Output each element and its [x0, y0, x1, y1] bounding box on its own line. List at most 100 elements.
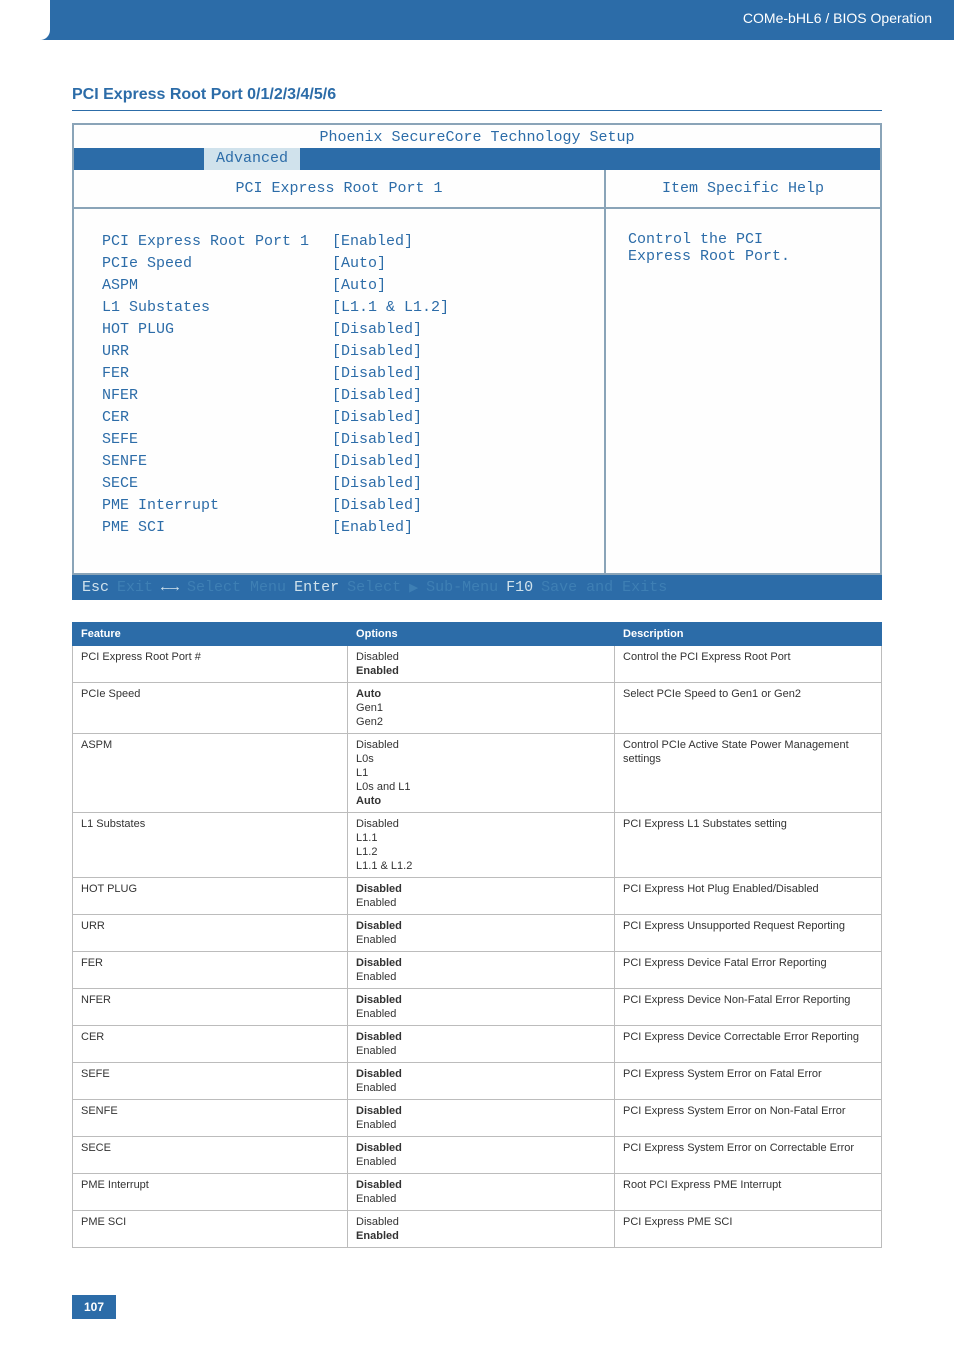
setting-label: PCI Express Root Port 1 [102, 231, 332, 253]
table-row: URRDisabledEnabledPCI Express Unsupporte… [73, 915, 882, 952]
cell-feature: ASPM [73, 734, 348, 813]
bios-setting-row: CER[Disabled] [102, 407, 586, 429]
label-select-menu: Select Menu [187, 579, 286, 596]
option-value: Enabled [356, 1118, 606, 1132]
cell-feature: PCI Express Root Port # [73, 646, 348, 683]
cell-feature: SECE [73, 1137, 348, 1174]
cell-feature: FER [73, 952, 348, 989]
cell-options: AutoGen1Gen2 [348, 683, 615, 734]
bios-setting-row: PCIe Speed[Auto] [102, 253, 586, 275]
option-value: Enabled [356, 1044, 606, 1058]
setting-label: NFER [102, 385, 332, 407]
setting-value: [Enabled] [332, 517, 413, 539]
table-row: ASPMDisabledL0sL1L0s and L1AutoControl P… [73, 734, 882, 813]
cell-feature: SEFE [73, 1063, 348, 1100]
option-value: Disabled [356, 956, 606, 970]
setting-value: [Disabled] [332, 495, 422, 517]
key-enter: Enter [294, 579, 339, 596]
setting-label: URR [102, 341, 332, 363]
setting-label: HOT PLUG [102, 319, 332, 341]
cell-options: DisabledL1.1L1.2L1.1 & L1.2 [348, 813, 615, 878]
table-row: PCIe SpeedAutoGen1Gen2Select PCIe Speed … [73, 683, 882, 734]
setting-value: [Enabled] [332, 231, 413, 253]
cell-description: PCI Express Device Non-Fatal Error Repor… [615, 989, 882, 1026]
table-header-row: Feature Options Description [73, 623, 882, 646]
cell-feature: PCIe Speed [73, 683, 348, 734]
bios-setting-row: URR[Disabled] [102, 341, 586, 363]
option-value: Disabled [356, 1030, 606, 1044]
setting-value: [Disabled] [332, 363, 422, 385]
arrow-icon: ▶ [409, 578, 418, 597]
key-f10: F10 [506, 579, 533, 596]
col-options: Options [348, 623, 615, 646]
cell-description: PCI Express System Error on Non-Fatal Er… [615, 1100, 882, 1137]
setting-value: [Disabled] [332, 451, 422, 473]
help-line: Express Root Port. [628, 248, 862, 265]
bios-setting-row: HOT PLUG[Disabled] [102, 319, 586, 341]
option-value: Auto [356, 687, 606, 701]
label-submenu: Sub-Menu [426, 579, 498, 596]
setting-label: PME Interrupt [102, 495, 332, 517]
option-value: Disabled [356, 919, 606, 933]
col-description: Description [615, 623, 882, 646]
setting-value: [Disabled] [332, 473, 422, 495]
bios-setting-row: NFER[Disabled] [102, 385, 586, 407]
cell-description: Root PCI Express PME Interrupt [615, 1174, 882, 1211]
label-exit: Exit [117, 579, 153, 596]
option-value: L1.2 [356, 845, 606, 859]
bios-right-pane: Item Specific Help Control the PCI Expre… [606, 170, 880, 573]
bios-settings-list: PCI Express Root Port 1[Enabled]PCIe Spe… [74, 209, 604, 573]
bios-footer: Esc Exit ←→ Select Menu Enter Select ▶ S… [72, 575, 882, 600]
option-value: L0s and L1 [356, 780, 606, 794]
option-value: Enabled [356, 1081, 606, 1095]
cell-description: PCI Express System Error on Correctable … [615, 1137, 882, 1174]
setting-value: [Disabled] [332, 407, 422, 429]
table-row: SENFEDisabledEnabledPCI Express System E… [73, 1100, 882, 1137]
cell-options: DisabledEnabled [348, 878, 615, 915]
bios-setting-row: L1 Substates[L1.1 & L1.2] [102, 297, 586, 319]
cell-options: DisabledEnabled [348, 1211, 615, 1248]
setting-value: [Disabled] [332, 385, 422, 407]
setting-value: [Auto] [332, 275, 386, 297]
bios-setting-row: PME SCI[Enabled] [102, 517, 586, 539]
cell-options: DisabledEnabled [348, 646, 615, 683]
option-value: Disabled [356, 1141, 606, 1155]
setting-value: [Disabled] [332, 429, 422, 451]
table-row: PME InterruptDisabledEnabledRoot PCI Exp… [73, 1174, 882, 1211]
page-content: PCI Express Root Port 0/1/2/3/4/5/6 Phoe… [0, 40, 954, 1248]
option-value: L1 [356, 766, 606, 780]
header-notch [0, 0, 50, 40]
bios-setting-row: FER[Disabled] [102, 363, 586, 385]
table-row: FERDisabledEnabledPCI Express Device Fat… [73, 952, 882, 989]
bios-setting-row: SECE[Disabled] [102, 473, 586, 495]
cell-feature: L1 Substates [73, 813, 348, 878]
cell-feature: CER [73, 1026, 348, 1063]
page-header: COMe-bHL6 / BIOS Operation [0, 0, 954, 40]
cell-options: DisabledL0sL1L0s and L1Auto [348, 734, 615, 813]
setting-label: ASPM [102, 275, 332, 297]
bios-left-pane: PCI Express Root Port 1 PCI Express Root… [74, 170, 606, 573]
bios-setting-row: ASPM[Auto] [102, 275, 586, 297]
cell-options: DisabledEnabled [348, 1026, 615, 1063]
option-value: Disabled [356, 1067, 606, 1081]
help-line: Control the PCI [628, 231, 862, 248]
option-value: L1.1 [356, 831, 606, 845]
option-value: Disabled [356, 650, 606, 664]
label-save: Save and Exits [541, 579, 667, 596]
cell-options: DisabledEnabled [348, 1063, 615, 1100]
setting-value: [L1.1 & L1.2] [332, 297, 449, 319]
setting-label: CER [102, 407, 332, 429]
cell-description: PCI Express Device Correctable Error Rep… [615, 1026, 882, 1063]
option-value: Auto [356, 794, 606, 808]
page-number: 107 [72, 1295, 116, 1319]
tab-advanced: Advanced [204, 148, 300, 170]
key-esc: Esc [82, 579, 109, 596]
table-row: L1 SubstatesDisabledL1.1L1.2L1.1 & L1.2P… [73, 813, 882, 878]
setting-value: [Disabled] [332, 341, 422, 363]
bios-title: Phoenix SecureCore Technology Setup [74, 125, 880, 148]
cell-description: Control PCIe Active State Power Manageme… [615, 734, 882, 813]
option-value: Disabled [356, 1104, 606, 1118]
option-value: Disabled [356, 993, 606, 1007]
key-arrows: ←→ [161, 579, 179, 596]
setting-label: SECE [102, 473, 332, 495]
